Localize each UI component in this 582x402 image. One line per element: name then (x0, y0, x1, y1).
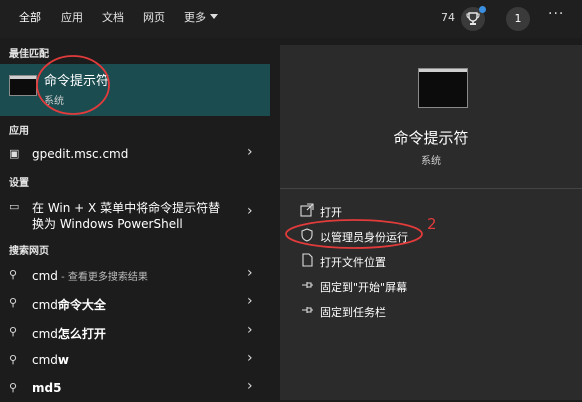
web-result[interactable]: ⚲ cmd - 查看更多搜索结果 › (0, 263, 270, 289)
web-search-header: 搜索网页 (9, 246, 49, 257)
web-result-label: cmdw (32, 353, 69, 367)
web-result-label: md5 (32, 381, 62, 395)
pin-icon (302, 282, 313, 288)
trophy-icon (466, 12, 480, 25)
pin-icon (302, 307, 313, 313)
chevron-right-icon[interactable]: › (247, 144, 253, 160)
best-match-subtitle: 系统 (44, 96, 64, 107)
settings-result-line1: 在 Win + X 菜单中将命令提示符替 (32, 201, 221, 215)
tab-all[interactable]: 全部 (19, 0, 41, 40)
search-icon: ⚲ (9, 353, 18, 366)
search-icon: ⚲ (9, 296, 18, 309)
search-icon: ⚲ (9, 381, 18, 394)
open-file-location-label: 打开文件位置 (320, 256, 386, 269)
open-action-label: 打开 (320, 206, 342, 219)
tab-documents[interactable]: 文档 (102, 0, 124, 38)
chevron-right-icon[interactable]: › (247, 322, 253, 338)
tab-more-label: 更多 (184, 11, 206, 24)
settings-header: 设置 (9, 178, 29, 189)
chevron-right-icon[interactable]: › (247, 293, 253, 309)
settings-result[interactable]: ▭ 在 Win + X 菜单中将命令提示符替 换为 Windows PowerS… (0, 196, 270, 232)
chevron-down-icon (210, 14, 218, 19)
search-icon: ⚲ (9, 268, 18, 281)
app-file-icon: ▣ (9, 147, 20, 160)
annotation-number: 2 (427, 215, 437, 233)
best-match-header: 最佳匹配 (9, 49, 49, 60)
web-result-label: cmd - 查看更多搜索结果 (32, 269, 148, 283)
web-result[interactable]: ⚲ md5 › (0, 376, 270, 402)
divider (280, 188, 582, 189)
chevron-right-icon[interactable]: › (247, 378, 253, 394)
web-result[interactable]: ⚲ cmdw › (0, 348, 270, 374)
best-match-title: 命令提示符 (44, 74, 110, 89)
search-top-bar: 全部 应用 文档 网页 更多 74 1 ··· (0, 0, 582, 40)
apps-header: 应用 (9, 126, 29, 137)
chevron-right-icon[interactable]: › (247, 265, 253, 281)
tab-more[interactable]: 更多 (184, 0, 218, 38)
open-icon (300, 203, 314, 217)
monitor-icon: ▭ (9, 200, 20, 213)
pin-to-start-label: 固定到"开始"屏幕 (320, 281, 408, 294)
best-match-item[interactable] (0, 64, 270, 116)
chevron-right-icon[interactable]: › (247, 203, 253, 219)
tab-apps[interactable]: 应用 (61, 0, 83, 38)
more-options-button[interactable]: ··· (548, 6, 564, 22)
account-button[interactable]: 1 (506, 7, 530, 31)
run-as-admin-label: 以管理员身份运行 (320, 231, 408, 244)
file-location-icon (302, 253, 313, 267)
command-prompt-large-icon (418, 68, 468, 108)
rewards-button[interactable] (461, 6, 486, 31)
details-subtitle: 系统 (421, 156, 441, 167)
app-result-label: gpedit.msc.cmd (32, 147, 129, 161)
pin-to-taskbar-label: 固定到任务栏 (320, 306, 386, 319)
web-result[interactable]: ⚲ cmd命令大全 › (0, 291, 270, 317)
search-icon: ⚲ (9, 325, 18, 338)
rewards-points: 74 (441, 11, 455, 24)
command-prompt-icon (9, 75, 37, 96)
web-result[interactable]: ⚲ cmd怎么打开 › (0, 320, 270, 346)
web-result-label: cmd命令大全 (32, 298, 106, 312)
details-title: 命令提示符 (393, 129, 469, 147)
tab-web[interactable]: 网页 (143, 0, 165, 38)
shield-icon (301, 228, 313, 242)
app-result-gpedit[interactable]: ▣ gpedit.msc.cmd › (0, 142, 270, 168)
chevron-right-icon[interactable]: › (247, 350, 253, 366)
settings-result-line2: 换为 Windows PowerShell (32, 217, 183, 231)
web-result-label: cmd怎么打开 (32, 327, 106, 341)
notification-dot (479, 6, 486, 13)
